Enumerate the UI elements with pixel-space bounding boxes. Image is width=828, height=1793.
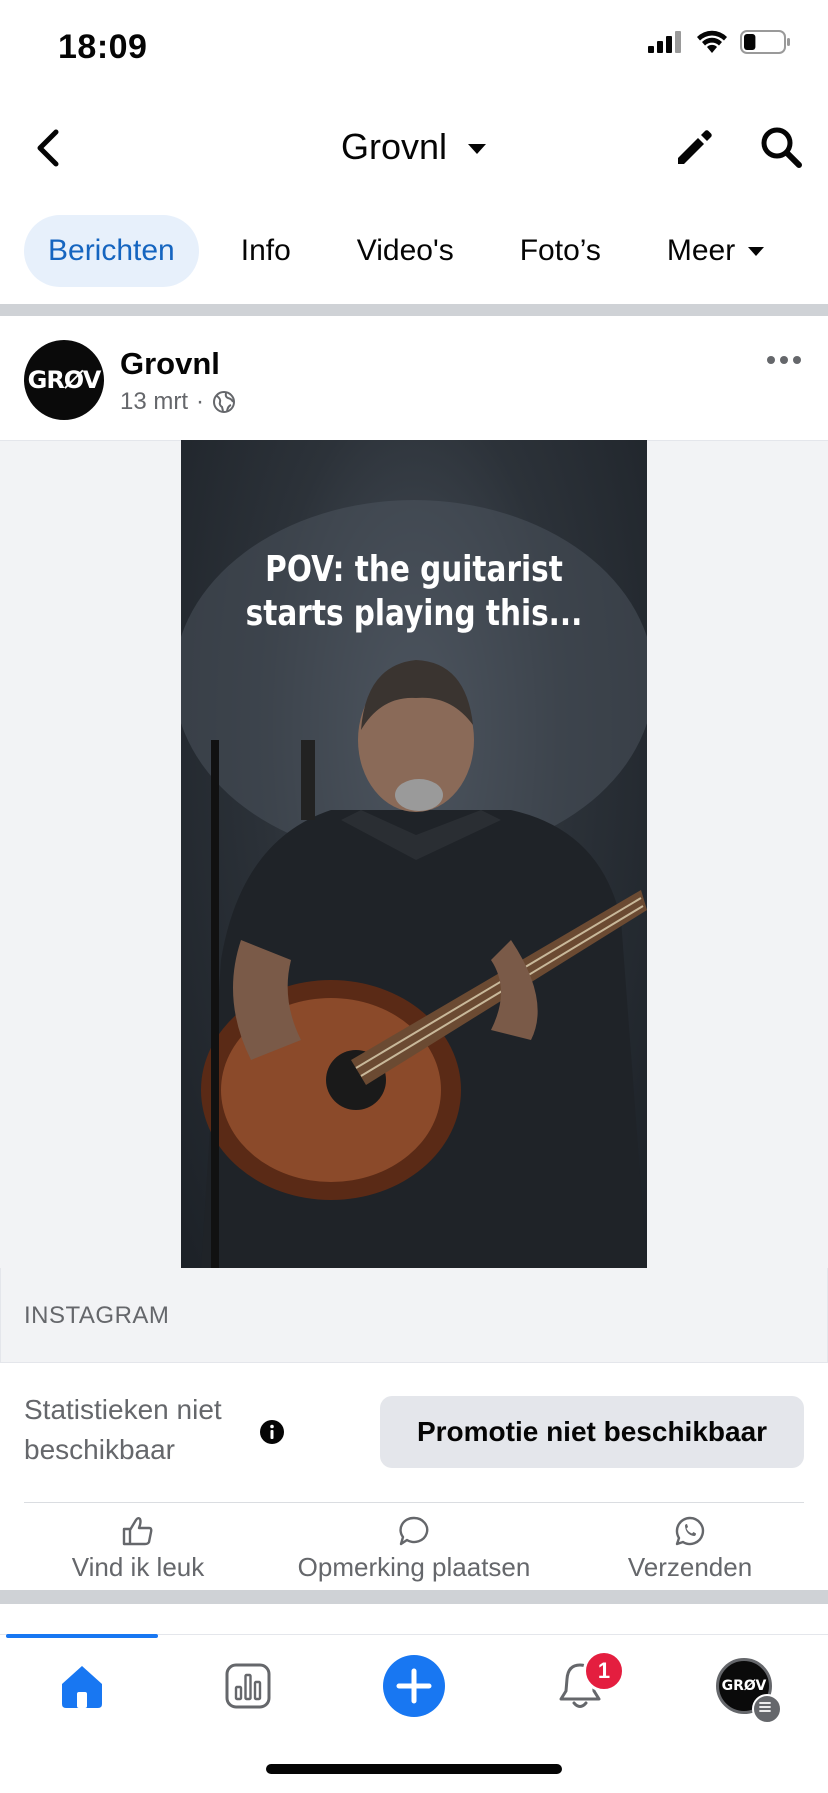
nav-create[interactable] bbox=[374, 1655, 454, 1717]
caret-down-icon bbox=[748, 246, 765, 256]
link-source: INSTAGRAM bbox=[24, 1302, 170, 1329]
page-title: Grovnl bbox=[340, 126, 447, 167]
section-divider bbox=[0, 304, 828, 316]
post-options-button[interactable] bbox=[760, 346, 810, 374]
tab-meer-label: Meer bbox=[666, 234, 736, 267]
plus-circle-icon bbox=[383, 1655, 445, 1717]
status-time: 18:09 bbox=[58, 28, 148, 66]
wifi-icon bbox=[697, 30, 727, 53]
share-label: Verzenden bbox=[627, 1552, 753, 1582]
notification-badge: 1 bbox=[583, 1650, 625, 1692]
hamburger-icon bbox=[759, 1702, 771, 1712]
post-author-name[interactable]: Grovnl bbox=[120, 346, 220, 382]
tab-videos[interactable]: Video's bbox=[333, 215, 478, 287]
signal-icon bbox=[648, 31, 681, 53]
promote-button[interactable]: Promotie niet beschikbaar bbox=[380, 1396, 804, 1468]
share-button[interactable]: Verzenden bbox=[552, 1516, 828, 1583]
comment-button[interactable]: Opmerking plaatsen bbox=[276, 1516, 552, 1583]
whatsapp-icon bbox=[675, 1516, 705, 1546]
page-tabs: Berichten Info Video's Foto’s Meer bbox=[24, 215, 789, 287]
home-indicator[interactable] bbox=[266, 1764, 562, 1774]
tab-meer[interactable]: Meer bbox=[643, 215, 789, 287]
post-video[interactable]: POV: the guitarist starts playing this..… bbox=[181, 440, 647, 1268]
comment-label: Opmerking plaatsen bbox=[297, 1552, 531, 1582]
avatar-logo-text: GRØV bbox=[27, 366, 102, 394]
section-divider bbox=[0, 1590, 828, 1604]
post-meta: 13 mrt · bbox=[120, 388, 236, 416]
pencil-icon bbox=[678, 130, 712, 164]
nav-avatar-logo-text: GRØV bbox=[721, 1678, 767, 1694]
author-avatar[interactable]: GRØV bbox=[24, 340, 104, 420]
bar-chart-icon bbox=[225, 1663, 271, 1709]
battery-icon bbox=[740, 30, 790, 54]
home-icon bbox=[62, 1666, 102, 1708]
like-button[interactable]: Vind ik leuk bbox=[0, 1516, 276, 1583]
tab-info[interactable]: Info bbox=[217, 215, 315, 287]
status-icons bbox=[648, 30, 792, 54]
tab-berichten[interactable]: Berichten bbox=[24, 215, 199, 287]
scroll-indicator bbox=[6, 1634, 158, 1638]
menu-icon bbox=[752, 1694, 782, 1724]
like-label: Vind ik leuk bbox=[71, 1552, 205, 1582]
meta-separator: · bbox=[196, 388, 205, 415]
info-icon[interactable] bbox=[260, 1420, 284, 1444]
video-caption: POV: the guitarist starts playing this..… bbox=[245, 549, 583, 634]
more-horizontal-icon bbox=[767, 356, 801, 364]
nav-home[interactable] bbox=[42, 1656, 122, 1716]
nav-insights[interactable] bbox=[208, 1656, 288, 1716]
caret-down-icon bbox=[468, 144, 487, 155]
search-button[interactable] bbox=[758, 124, 804, 170]
thumbs-up-icon bbox=[122, 1517, 153, 1546]
edit-button[interactable] bbox=[672, 126, 716, 170]
search-icon bbox=[761, 127, 802, 168]
divider bbox=[24, 1502, 804, 1503]
info-circle-icon bbox=[260, 1420, 284, 1444]
stats-unavailable-text: Statistieken niet beschikbaar bbox=[24, 1394, 222, 1465]
tab-fotos[interactable]: Foto’s bbox=[496, 215, 625, 287]
globe-icon bbox=[213, 391, 236, 413]
comment-bubble-icon bbox=[399, 1516, 429, 1546]
post-date[interactable]: 13 mrt bbox=[120, 388, 188, 416]
